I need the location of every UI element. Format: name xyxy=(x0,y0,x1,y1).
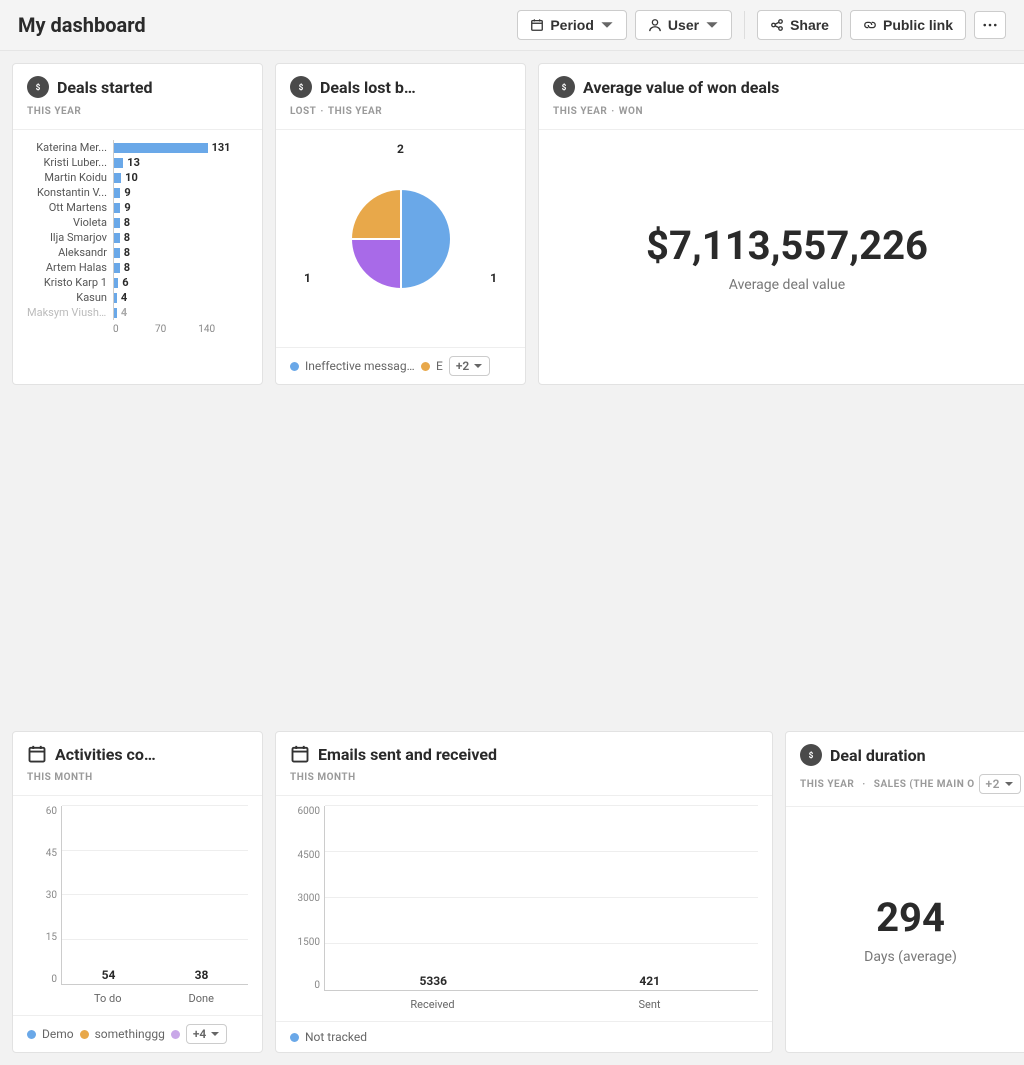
calendar-icon xyxy=(290,744,310,764)
dashboard-grid: $ Deals started THIS YEAR Katerina Mer..… xyxy=(0,51,1024,731)
card-subhead: THIS YEAR xyxy=(13,98,262,130)
card-subhead: THIS YEAR·SALES (THE MAIN O +2 xyxy=(786,766,1024,807)
page-title: My dashboard xyxy=(18,13,146,37)
more-button[interactable] xyxy=(974,11,1006,39)
pie-label-right: 1 xyxy=(490,271,497,285)
chevron-down-icon xyxy=(473,361,483,371)
legend-dot xyxy=(421,362,430,371)
money-icon: $ xyxy=(800,744,822,766)
user-button[interactable]: User xyxy=(635,10,732,40)
chevron-down-icon xyxy=(600,18,614,32)
dashboard-grid-row2: Activities co… THIS MONTH 0153045605438T… xyxy=(0,731,1024,1065)
legend-dot xyxy=(27,1030,36,1039)
hbar-chart: Katerina Mer...131Kristi Luber...13Marti… xyxy=(27,140,248,320)
pie-label-left: 1 xyxy=(304,271,311,285)
svg-text:$: $ xyxy=(562,82,567,93)
card-title: Activities co… xyxy=(55,745,156,764)
card-legend: Demo somethinggg +4 xyxy=(13,1015,262,1052)
share-button[interactable]: Share xyxy=(757,10,842,40)
public-link-button[interactable]: Public link xyxy=(850,10,966,40)
period-button[interactable]: Period xyxy=(517,10,627,40)
calendar-icon xyxy=(530,18,544,32)
share-icon xyxy=(770,18,784,32)
svg-text:$: $ xyxy=(299,82,304,93)
legend-dot xyxy=(290,362,299,371)
card-legend: Ineffective messaging E +2 xyxy=(276,347,525,384)
legend-dot xyxy=(290,1033,299,1042)
money-icon: $ xyxy=(27,76,49,98)
pie-chart xyxy=(341,179,461,299)
toolbar: Period User Share Public link xyxy=(517,10,1006,40)
money-icon: $ xyxy=(290,76,312,98)
card-avg-value[interactable]: $ Average value of won deals THIS YEAR·W… xyxy=(538,63,1024,385)
toolbar-divider xyxy=(744,11,745,39)
dots-icon xyxy=(983,18,997,32)
chevron-down-icon xyxy=(705,18,719,32)
user-icon xyxy=(648,18,662,32)
card-activities[interactable]: Activities co… THIS MONTH 0153045605438T… xyxy=(12,731,263,1053)
subhead-more-chip[interactable]: +2 xyxy=(979,774,1021,794)
card-subhead: THIS YEAR·WON xyxy=(539,98,1024,130)
card-subhead: THIS MONTH xyxy=(13,764,262,796)
kpi-label: Average deal value xyxy=(729,277,845,293)
top-bar: My dashboard Period User Share Public li… xyxy=(0,0,1024,51)
link-icon xyxy=(863,18,877,32)
chevron-down-icon xyxy=(1004,779,1014,789)
vbar-chart: 0153045605438To doDone xyxy=(27,806,248,1005)
vbar-chart: 015003000450060005336421ReceivedSent xyxy=(290,806,758,1011)
card-deals-started[interactable]: $ Deals started THIS YEAR Katerina Mer..… xyxy=(12,63,263,385)
card-subhead: LOST·THIS YEAR xyxy=(276,98,525,130)
pie-label-top: 2 xyxy=(397,142,404,156)
money-icon: $ xyxy=(553,76,575,98)
card-legend: Not tracked xyxy=(276,1021,772,1052)
legend-dot xyxy=(171,1030,180,1039)
legend-more-chip[interactable]: +4 xyxy=(186,1024,227,1044)
card-deal-duration[interactable]: $ Deal duration THIS YEAR·SALES (THE MAI… xyxy=(785,731,1024,1053)
card-title: Deal duration xyxy=(830,746,926,765)
svg-text:$: $ xyxy=(36,82,41,93)
card-emails[interactable]: Emails sent and received THIS MONTH 0150… xyxy=(275,731,773,1053)
legend-dot xyxy=(80,1030,89,1039)
card-title: Average value of won deals xyxy=(583,78,779,97)
card-title: Deals started xyxy=(57,78,153,97)
kpi-value: 294 xyxy=(876,894,945,941)
chevron-down-icon xyxy=(210,1029,220,1039)
card-subhead: THIS MONTH xyxy=(276,764,772,796)
calendar-icon xyxy=(27,744,47,764)
card-title: Emails sent and received xyxy=(318,745,497,764)
hbar-x-axis: 0 70 140 xyxy=(113,324,248,335)
kpi-label: Days (average) xyxy=(864,949,957,965)
svg-text:$: $ xyxy=(809,750,814,761)
card-deals-lost[interactable]: $ Deals lost b… LOST·THIS YEAR 2 1 1 Ine… xyxy=(275,63,526,385)
kpi-value: $7,113,557,226 xyxy=(646,222,928,269)
legend-more-chip[interactable]: +2 xyxy=(449,356,490,376)
card-title: Deals lost b… xyxy=(320,78,416,97)
